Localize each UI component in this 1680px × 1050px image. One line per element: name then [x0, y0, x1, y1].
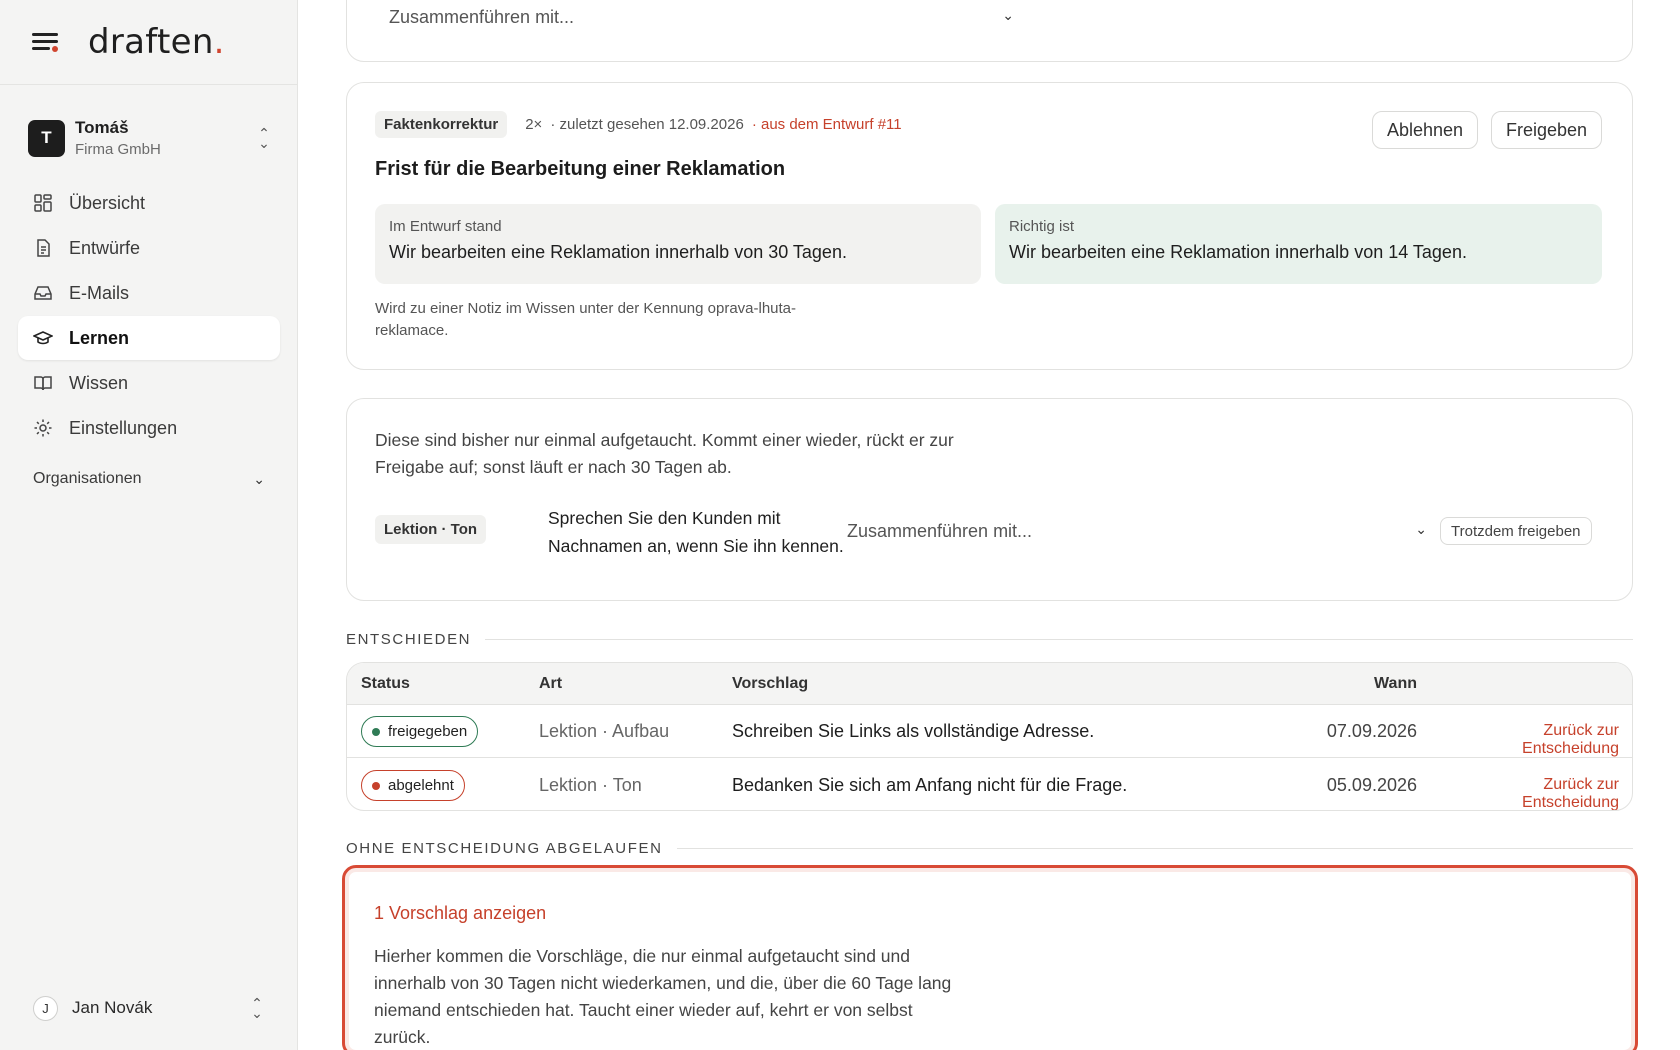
previous-suggestion-card: Zusammenführen mit... ⌄ [346, 0, 1633, 62]
row-date: 05.09.2026 [1326, 775, 1417, 795]
section-heading-decided: ENTSCHIEDEN [346, 631, 1633, 648]
nav-item-learn[interactable]: Lernen [18, 316, 280, 360]
graduation-cap-icon [33, 331, 53, 345]
gear-icon [34, 419, 52, 437]
correct-text: Wir bearbeiten eine Reklamation innerhal… [1009, 242, 1467, 262]
suggestion-title: Frist für die Bearbeitung einer Reklamat… [375, 158, 786, 180]
inbox-icon [34, 286, 52, 300]
row-date: 07.09.2026 [1326, 721, 1417, 741]
merge-select-value: Zusammenführen mit... [389, 7, 575, 27]
type-tag: Faktenkorrektur [375, 111, 508, 138]
column-status: Status [361, 675, 410, 692]
nav-item-knowledge[interactable]: Wissen [18, 361, 280, 405]
main-content: Zusammenführen mit... ⌄ Faktenkorrektur … [298, 0, 1680, 1050]
status-badge: freigegeben [361, 716, 479, 747]
table-row: freigegeben Lektion · Aufbau Schreiben S… [347, 705, 1632, 758]
approve-button[interactable]: Freigeben [1491, 111, 1603, 149]
chevron-down-icon: ⌄ [1415, 521, 1427, 537]
column-type: Art [539, 675, 563, 692]
menu-icon[interactable] [32, 31, 60, 53]
sidebar: draften. T Tomáš Firma GmbH ⌃ ⌄ Übersicht… [0, 0, 298, 1050]
row-suggestion: Schreiben Sie Links als vollständige Adr… [732, 721, 1095, 741]
logo: draften. [88, 22, 225, 62]
nav-label: Entwürfe [69, 237, 141, 258]
status-badge: abgelehnt [361, 770, 465, 801]
user-menu[interactable]: J Jan Novák ⌃ ⌄ [33, 995, 265, 1021]
pending-suggestions-card: Diese sind bisher nur einmal aufgetaucht… [346, 398, 1633, 601]
user-name: Jan Novák [72, 998, 153, 1017]
fact-correction-card: Faktenkorrektur 2× · zuletzt gesehen 12.… [346, 82, 1633, 370]
nav-item-drafts[interactable]: Entwürfe [18, 226, 280, 270]
correct-text-label: Richtig ist [1009, 218, 1075, 235]
brand-header: draften. [0, 0, 297, 85]
user-avatar: J [33, 995, 58, 1021]
nav-label: Übersicht [69, 192, 146, 213]
suggestion-meta: Faktenkorrektur 2× · zuletzt gesehen 12.… [375, 111, 902, 138]
merge-select[interactable]: Zusammenführen mit... ⌄ [847, 521, 1427, 542]
chevron-down-icon: ⌄ [1002, 7, 1014, 23]
chevron-down-icon: ⌄ [253, 470, 265, 487]
column-suggestion: Vorschlag [732, 675, 809, 692]
lesson-text: Sprechen Sie den Kunden mit Nachnamen an… [548, 508, 844, 556]
revert-decision-link[interactable]: Zurück zur Entscheidung [1447, 776, 1619, 810]
chevron-up-down-icon: ⌃ ⌄ [258, 125, 270, 151]
table-row: abgelehnt Lektion · Ton Bedanken Sie sic… [347, 759, 1632, 810]
document-icon [37, 239, 50, 257]
main-nav: Übersicht Entwürfe E-Mails Lernen Wissen… [18, 181, 280, 451]
expired-description: Hierher kommen die Vorschläge, die nur e… [374, 946, 952, 1047]
grid-icon [34, 194, 52, 212]
source-draft-link[interactable]: · aus dem Entwurf #11 [752, 116, 902, 133]
lesson-tag: Lektion · Ton [375, 515, 487, 544]
nav-label: Wissen [69, 372, 129, 393]
book-icon [34, 376, 52, 391]
account-avatar: T [28, 119, 65, 157]
approve-anyway-button[interactable]: Trotzdem freigeben [1440, 517, 1592, 545]
nav-label: E-Mails [69, 282, 130, 303]
nav-item-emails[interactable]: E-Mails [18, 271, 280, 315]
correct-text-box: Richtig ist Wir bearbeiten eine Reklamat… [995, 204, 1602, 284]
column-when: Wann [1374, 675, 1417, 692]
draft-text: Wir bearbeiten eine Reklamation innerhal… [389, 242, 847, 262]
pending-description: Diese sind bisher nur einmal aufgetaucht… [375, 430, 954, 477]
nav-item-overview[interactable]: Übersicht [18, 181, 280, 225]
row-suggestion: Bedanken Sie sich am Anfang nicht für di… [732, 775, 1128, 795]
nav-label: Lernen [69, 327, 130, 348]
account-switcher[interactable]: T Tomáš Firma GmbH ⌃ ⌄ [28, 117, 272, 159]
account-name: Tomáš [75, 118, 129, 137]
section-heading-expired: OHNE ENTSCHEIDUNG ABGELAUFEN [346, 840, 1633, 857]
merge-select[interactable]: Zusammenführen mit... ⌄ [389, 7, 1014, 28]
merge-select-value: Zusammenführen mit... [847, 521, 1033, 541]
organizations-label: Organisationen [33, 470, 142, 487]
chevron-up-down-icon: ⌃ ⌄ [251, 995, 263, 1021]
nav-item-settings[interactable]: Einstellungen [18, 406, 280, 450]
nav-label: Einstellungen [69, 417, 178, 438]
reject-button[interactable]: Ablehnen [1372, 111, 1479, 149]
knowledge-note: Wird zu einer Notiz im Wissen unter der … [375, 300, 797, 339]
table-header: Status Art Vorschlag Wann [347, 663, 1632, 705]
draft-text-box: Im Entwurf stand Wir bearbeiten eine Rek… [375, 204, 981, 284]
show-suggestions-link[interactable]: 1 Vorschlag anzeigen [374, 903, 546, 924]
occurrence-count: 2× [525, 116, 543, 133]
organizations-toggle[interactable]: Organisationen ⌄ [33, 468, 265, 490]
row-type: Lektion · Ton [539, 775, 642, 795]
row-type: Lektion · Aufbau [539, 721, 670, 741]
last-seen: · zuletzt gesehen 12.09.2026 [550, 116, 744, 133]
revert-decision-link[interactable]: Zurück zur Entscheidung [1447, 722, 1619, 758]
account-company: Firma GmbH [75, 141, 161, 158]
draft-text-label: Im Entwurf stand [389, 218, 502, 235]
expired-suggestions-card: 1 Vorschlag anzeigen Hierher kommen die … [342, 865, 1638, 1050]
decided-table: Status Art Vorschlag Wann freigegeben Le… [346, 662, 1633, 811]
